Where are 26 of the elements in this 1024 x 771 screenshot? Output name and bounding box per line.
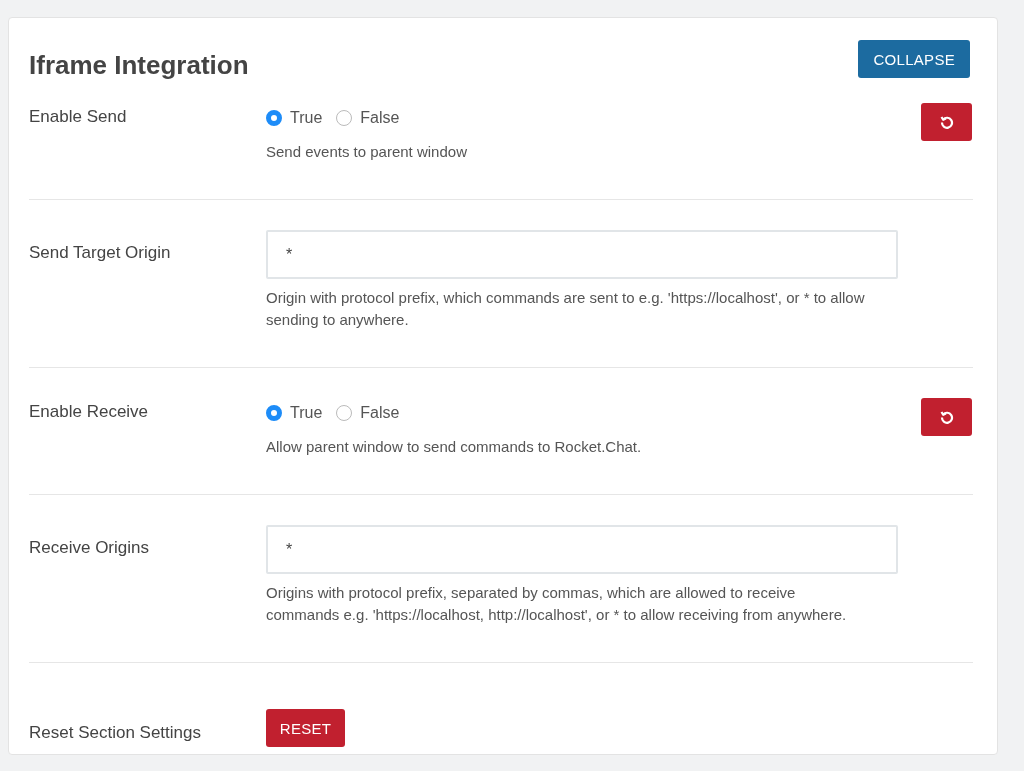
radio-option[interactable]: True — [266, 404, 323, 422]
setting-label: Reset Section Settings — [29, 722, 202, 744]
radio-icon[interactable] — [336, 405, 353, 421]
setting-label: Enable Receive — [29, 401, 150, 423]
revert-button[interactable] — [921, 103, 972, 141]
setting-label: Receive Origins — [29, 537, 150, 559]
radio-icon[interactable] — [266, 405, 282, 421]
setting-description: Origins with protocol prefix, separated by commas, which are allowed to receive commands e.g. 'https://localhost, http://localhost', or * to allow receiving from anywhere. — [266, 583, 848, 625]
undo-icon — [939, 410, 954, 424]
collapse-button[interactable]: COLLAPSE — [858, 40, 970, 78]
radio-option[interactable]: True — [266, 109, 323, 127]
text-field[interactable]: * — [266, 525, 898, 574]
radio-option[interactable]: False — [336, 404, 400, 422]
undo-icon — [939, 115, 954, 129]
radio-option[interactable]: False — [336, 109, 400, 127]
radio-icon[interactable] — [266, 110, 282, 126]
reset-button[interactable]: RESET — [266, 709, 345, 747]
text-field[interactable]: * — [266, 230, 898, 279]
setting-description: Allow parent window to send commands to Rocket.Chat. — [266, 437, 643, 457]
section-title: Iframe Integration — [29, 50, 249, 81]
setting-description: Origin with protocol prefix, which commands are sent to e.g. 'https://localhost', or * to allow sending to anywhere. — [266, 288, 866, 330]
radio-icon[interactable] — [336, 110, 353, 126]
setting-label: Enable Send — [29, 106, 128, 128]
setting-description: Send events to parent window — [266, 142, 468, 162]
setting-label: Send Target Origin — [29, 242, 172, 264]
revert-button[interactable] — [921, 398, 972, 436]
